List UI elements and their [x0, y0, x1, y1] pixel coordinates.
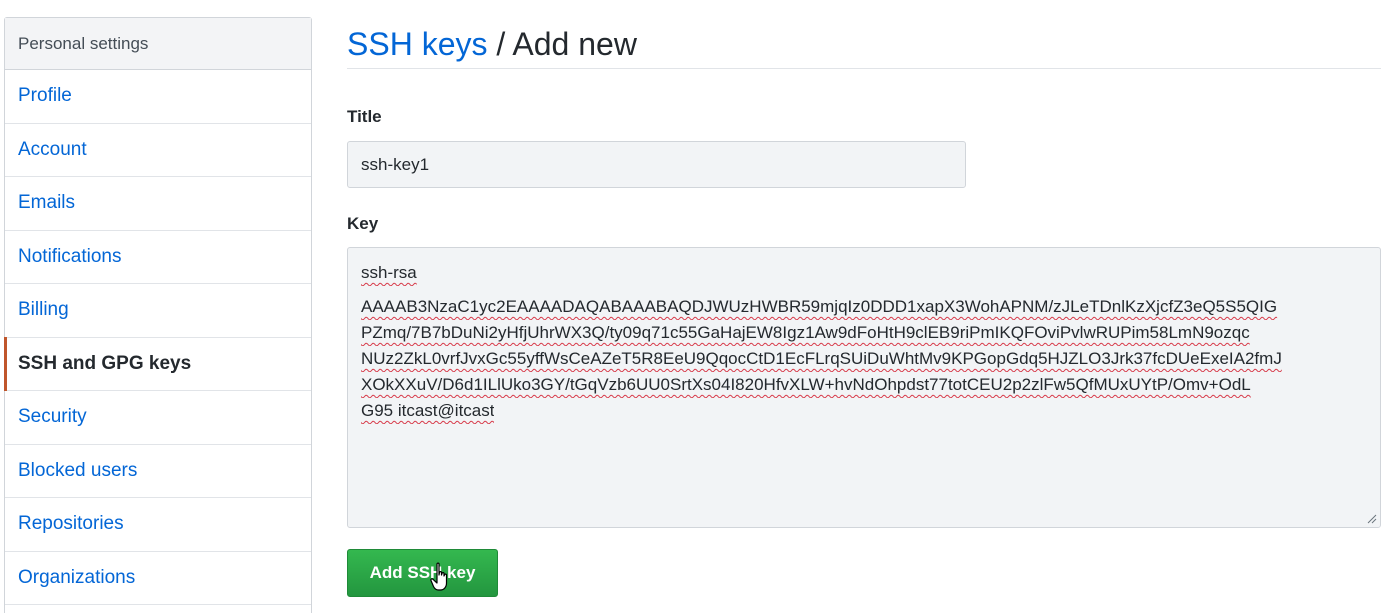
breadcrumb-separator: / — [487, 26, 513, 62]
hand-pointer-cursor-icon — [430, 562, 448, 591]
page-title: SSH keys / Add new — [347, 25, 1381, 69]
sidebar-item-billing[interactable]: Billing — [5, 284, 311, 338]
key-textarea[interactable]: ssh-rsa AAAAB3NzaC1yc2EAAAADAQABAAABAQDJ… — [347, 247, 1381, 528]
sidebar-item-ssh-gpg-keys[interactable]: SSH and GPG keys — [4, 336, 311, 391]
sidebar-item-emails[interactable]: Emails — [5, 177, 311, 231]
sidebar-item-profile[interactable]: Profile — [5, 70, 311, 124]
key-text-line: NUz2ZkL0vrfJvxGc55yffWsCeAZeT5R8EeU9Qqoc… — [361, 349, 1282, 368]
sidebar-item-notifications[interactable]: Notifications — [5, 231, 311, 284]
key-text-line: XOkXXuV/D6d1ILlUko3GY/tGqVzb6UU0SrtXs04I… — [361, 375, 1251, 394]
sidebar-item-organizations[interactable]: Organizations — [5, 552, 311, 605]
key-text-line: G95 itcast@itcast — [361, 401, 495, 420]
add-ssh-key-button[interactable]: Add SSH key — [347, 549, 498, 597]
sidebar-item-account[interactable]: Account — [5, 124, 311, 177]
title-input[interactable] — [347, 141, 966, 188]
breadcrumb-ssh-keys-link[interactable]: SSH keys — [347, 26, 487, 62]
sidebar-header: Personal settings — [5, 18, 311, 70]
main-content: SSH keys / Add new Title Key ssh-rsa AAA… — [347, 0, 1381, 597]
key-text-line: ssh-rsa — [361, 263, 417, 282]
sidebar-item-blocked-users[interactable]: Blocked users — [5, 445, 311, 498]
sidebar-item-repositories[interactable]: Repositories — [5, 498, 311, 552]
title-label: Title — [347, 107, 382, 126]
breadcrumb-current: Add new — [512, 26, 637, 62]
key-label: Key — [347, 214, 379, 233]
key-text-line: PZmq/7B7bDuNi2yHfjUhrWX3Q/ty09q71c55GaHa… — [361, 323, 1250, 342]
settings-page: Personal settings Profile Account Emails… — [0, 0, 1389, 613]
sidebar-item-security[interactable]: Security — [5, 391, 311, 445]
settings-sidebar: Personal settings Profile Account Emails… — [4, 17, 312, 613]
key-text-line: AAAAB3NzaC1yc2EAAAADAQABAAABAQDJWUzHWBR5… — [361, 297, 1278, 316]
resize-handle-icon[interactable] — [1367, 514, 1377, 524]
